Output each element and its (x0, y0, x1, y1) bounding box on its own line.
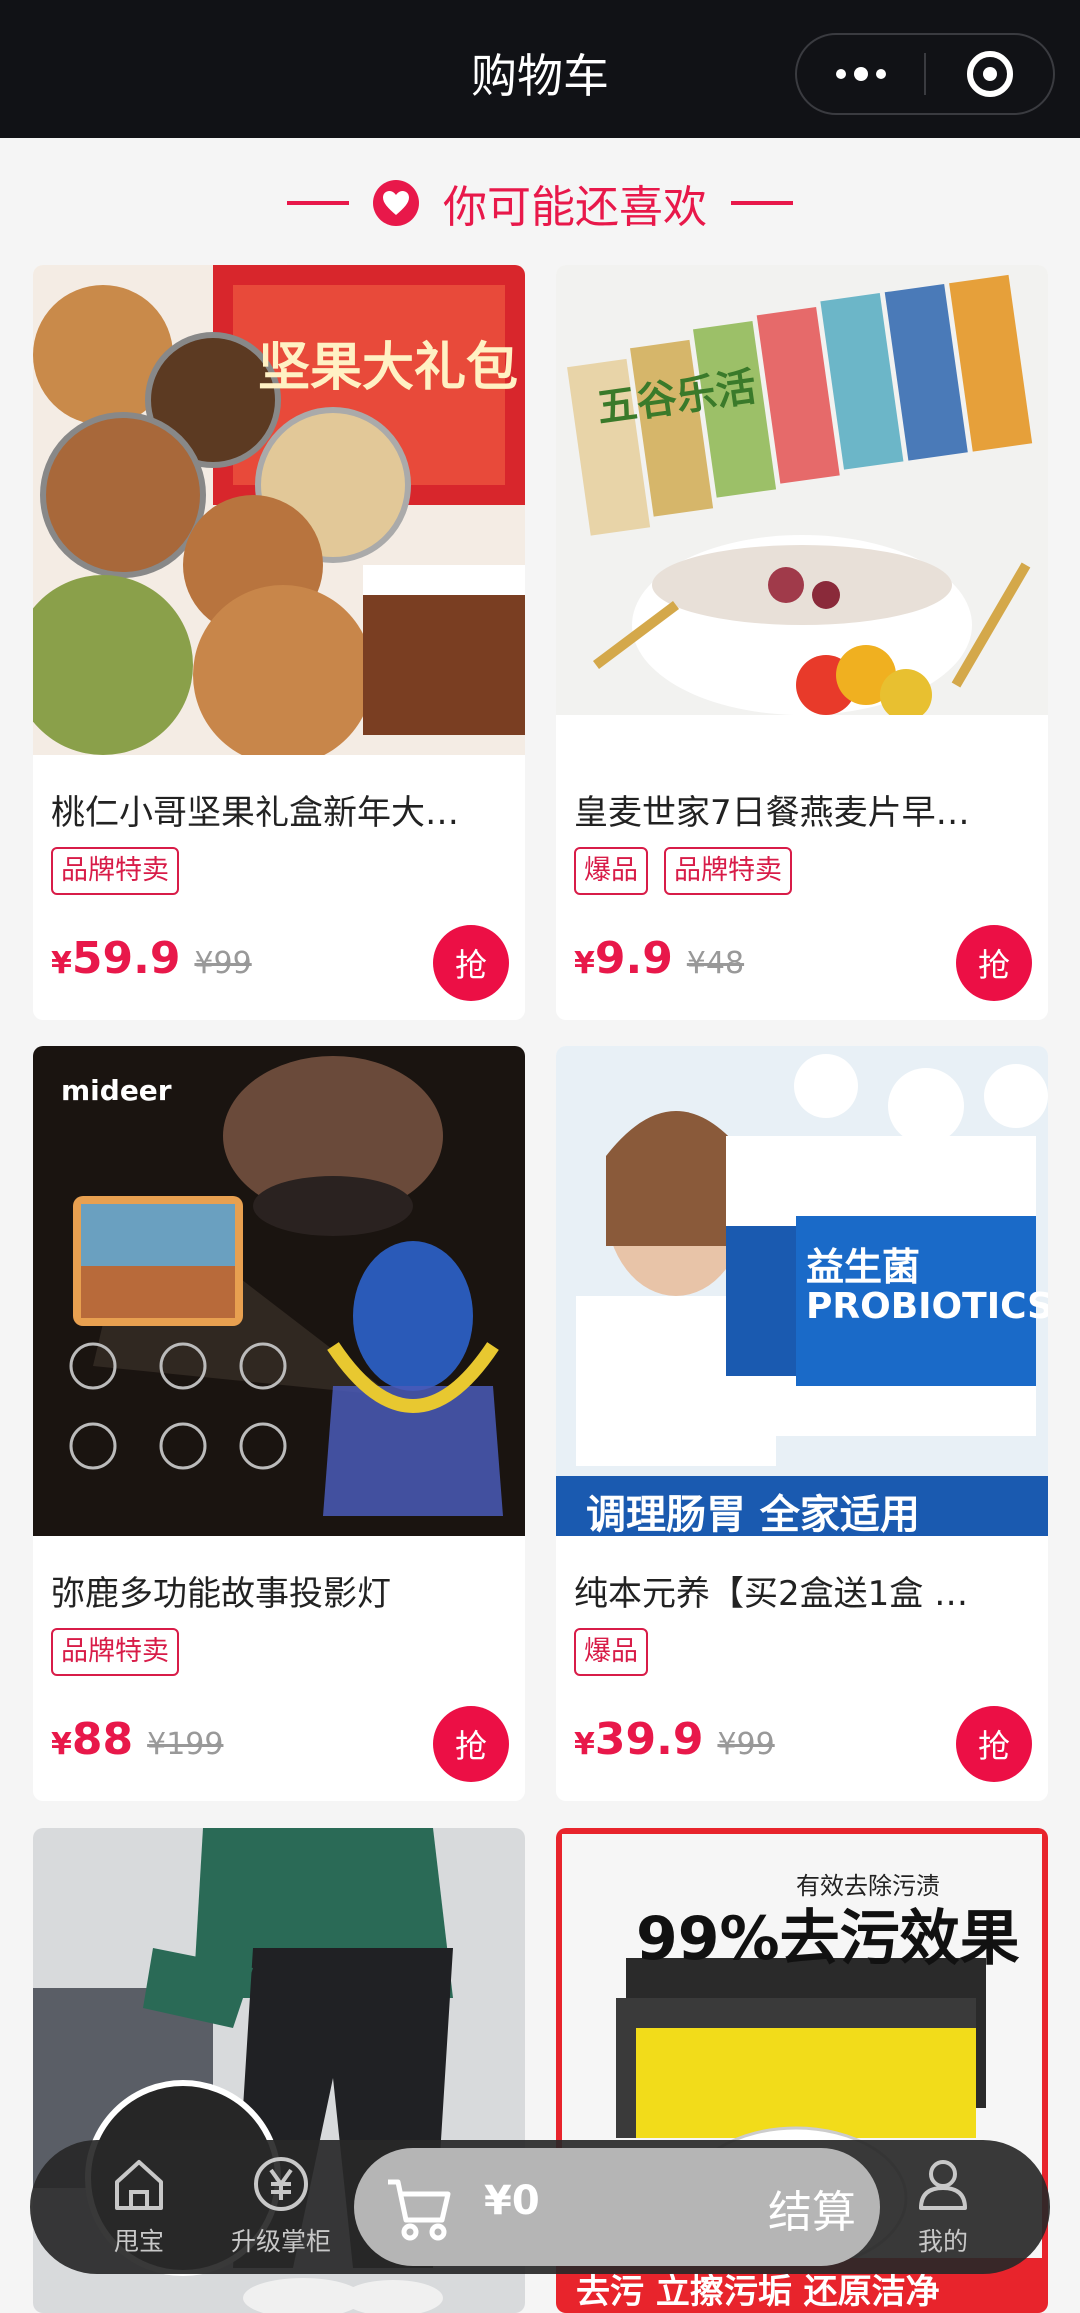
product-image[interactable]: 坚果大礼包 (33, 265, 525, 755)
original-price: ¥99 (717, 1727, 775, 1762)
brand-logo: mideer (61, 1074, 172, 1107)
grab-button[interactable]: 抢 (956, 925, 1032, 1001)
tag-hot: 爆品 (574, 847, 648, 895)
tag-brand-sale: 品牌特卖 (51, 1628, 179, 1676)
nav-label: 甩宝 (113, 2227, 164, 2256)
more-button[interactable] (797, 35, 924, 113)
tag-list: 爆品 品牌特卖 (574, 847, 792, 895)
grab-button[interactable]: 抢 (433, 925, 509, 1001)
banner-slogan: 调理肠胃 全家适用 (586, 1492, 920, 1536)
price-block: ¥88 ¥199 (51, 1714, 223, 1765)
tag-brand-sale: 品牌特卖 (51, 847, 179, 895)
checkout-button[interactable]: 结算 (768, 2176, 856, 2240)
currency-symbol: ¥ (51, 1727, 72, 1762)
cart-total: ¥0 (484, 2178, 540, 2224)
currency-symbol: ¥ (51, 946, 72, 981)
divider-right (731, 201, 793, 205)
nav-label: 我的 (917, 2227, 968, 2256)
product-image[interactable]: mideer (33, 1046, 525, 1536)
home-icon (115, 2160, 163, 2210)
top-bar: 购物车 (0, 0, 1080, 138)
tag-list: 品牌特卖 (51, 847, 179, 895)
person-icon (919, 2160, 967, 2210)
product-card[interactable]: mideer 弥鹿多功能故事投影灯 品牌特卖 ¥88 ¥199 抢 (33, 1046, 525, 1801)
close-button[interactable] (926, 35, 1053, 113)
original-price: ¥99 (194, 946, 252, 981)
cart-summary[interactable]: ¥0 结算 (354, 2148, 880, 2266)
product-name[interactable]: 皇麦世家7日餐燕麦片早… (574, 785, 1030, 834)
package-sub: PROBIOTICS (806, 1286, 1048, 1327)
currency-symbol: ¥ (574, 1727, 595, 1762)
current-price: 88 (71, 1714, 134, 1765)
divider-left (287, 201, 349, 205)
grab-button[interactable]: 抢 (956, 1706, 1032, 1782)
product-card[interactable]: 坚果大礼包 桃仁小哥坚果礼盒新年大… 品牌特卖 ¥59.9 ¥99 抢 (33, 265, 525, 1020)
product-name[interactable]: 弥鹿多功能故事投影灯 (51, 1566, 507, 1615)
price-block: ¥59.9 ¥99 (51, 933, 252, 984)
package-label: 坚果大礼包 (258, 338, 519, 398)
grab-button[interactable]: 抢 (433, 1706, 509, 1782)
recommend-section-header: 你可能还喜欢 (0, 170, 1080, 236)
product-image[interactable]: 益生菌 PROBIOTICS 调理肠胃 全家适用 (556, 1046, 1048, 1536)
more-dots-icon (835, 67, 886, 81)
price-block: ¥9.9 ¥48 (574, 933, 744, 984)
price-block: ¥39.9 ¥99 (574, 1714, 775, 1765)
package-brand: 益生菌 (806, 1245, 921, 1289)
nav-item-shuaibao[interactable]: 甩宝 (74, 2154, 204, 2264)
product-name[interactable]: 纯本元养【买2盒送1盒 … (574, 1566, 1030, 1615)
tag-list: 爆品 (574, 1628, 648, 1676)
mini-program-capsule (795, 33, 1055, 115)
product-card[interactable]: 益生菌 PROBIOTICS 调理肠胃 全家适用 纯本元养【买2盒送1盒 … 爆… (556, 1046, 1048, 1801)
tag-list: 品牌特卖 (51, 1628, 179, 1676)
nav-item-upgrade[interactable]: 升级掌柜 (216, 2154, 346, 2264)
current-price: 39.9 (594, 1714, 704, 1765)
bottom-nav-bar: 甩宝 升级掌柜 ¥0 结算 我的 (30, 2140, 1050, 2274)
tag-hot: 爆品 (574, 1628, 648, 1676)
heart-icon (373, 180, 419, 226)
cart-icon (388, 2179, 451, 2241)
current-price: 59.9 (71, 933, 181, 984)
image-headline: 99%去污效果 (636, 1904, 1020, 1974)
target-circle-icon (966, 51, 1013, 97)
original-price: ¥48 (686, 946, 745, 981)
product-image[interactable]: 五谷乐活 (556, 265, 1048, 755)
current-price: 9.9 (594, 933, 673, 984)
currency-symbol: ¥ (574, 946, 595, 981)
nav-item-mine[interactable]: 我的 (878, 2154, 1008, 2264)
original-price: ¥199 (147, 1727, 224, 1762)
yen-coin-icon (254, 2157, 308, 2211)
product-name[interactable]: 桃仁小哥坚果礼盒新年大… (51, 785, 507, 834)
tag-brand-sale: 品牌特卖 (664, 847, 792, 895)
nav-label: 升级掌柜 (230, 2227, 331, 2256)
section-title: 你可能还喜欢 (443, 182, 707, 233)
product-card[interactable]: 五谷乐活 皇麦世家7日餐燕麦片早… 爆品 品牌特卖 ¥9.9 ¥48 抢 (556, 265, 1048, 1020)
